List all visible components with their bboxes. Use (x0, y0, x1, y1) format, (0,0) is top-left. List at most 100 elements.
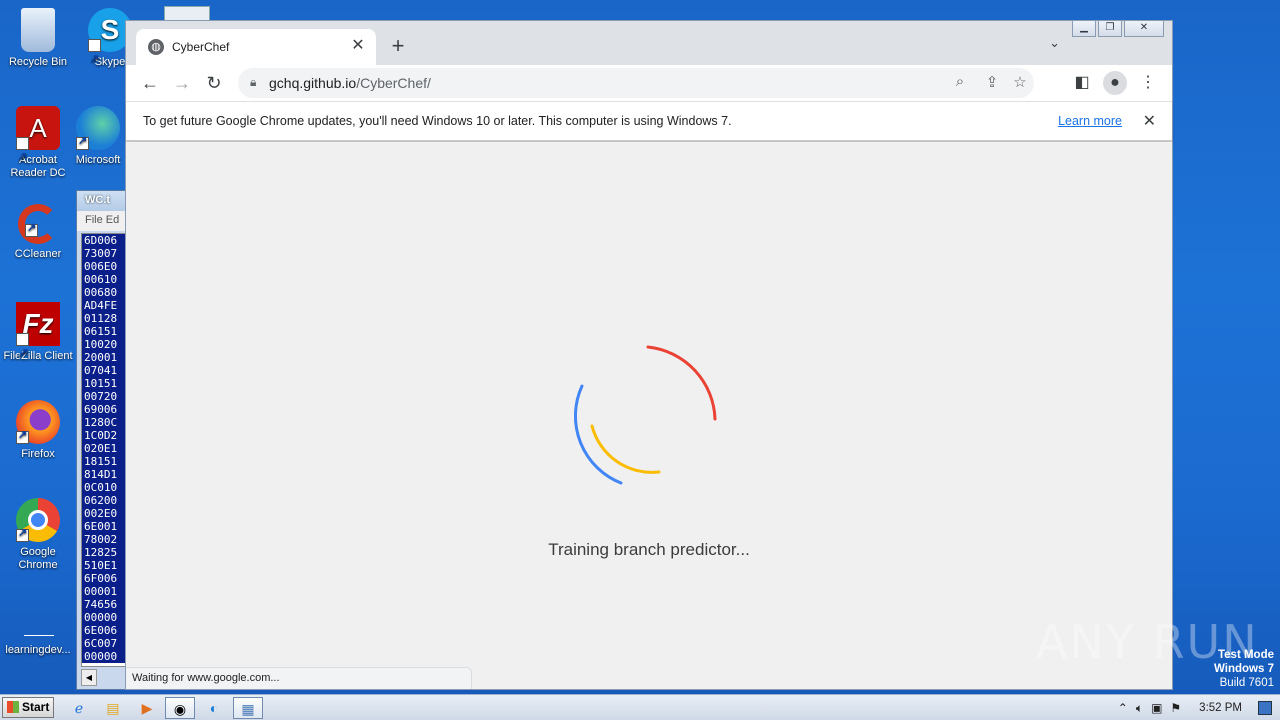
notepad-line: 6E006 (82, 624, 126, 637)
desktop-icon-label: Firefox (21, 448, 55, 460)
page-content: Training branch predictor... Waiting for… (126, 142, 1172, 689)
notepad-line: 73007 (82, 247, 126, 260)
scroll-left-icon[interactable]: ◀ (81, 669, 97, 686)
notepad-line: 510E1 (82, 559, 126, 572)
ie-taskbar-icon[interactable]: ℯ (64, 697, 94, 719)
start-button[interactable]: Start (2, 697, 54, 718)
lock-icon[interactable]: 🔒︎ (250, 75, 256, 90)
notepad-line: 00000 (82, 611, 126, 624)
notepad-line: 01128 (82, 312, 126, 325)
desktop-icon-filezilla[interactable]: Fz FileZilla Client (0, 302, 76, 375)
loading-message: Training branch predictor... (548, 540, 750, 559)
desktop-icon-label: CCleaner (14, 248, 62, 260)
tab-title: CyberChef (172, 40, 230, 54)
notepad-line: 1280C (82, 416, 126, 429)
zoom-search-icon[interactable]: ⌕ (950, 73, 970, 90)
show-desktop-button[interactable] (1258, 701, 1272, 715)
chrome-icon (16, 498, 60, 542)
notepad-line: 1C0D2 (82, 429, 126, 442)
spinner-arc-red (646, 345, 717, 421)
notepad-window[interactable]: WC.t File Ed 6D006 73007 006E0 00610 00680 AD… (76, 190, 128, 690)
chrome-taskbar-icon[interactable]: ◉ (165, 697, 195, 719)
explorer-taskbar-icon[interactable]: ▤ (98, 697, 128, 719)
clock[interactable]: 3:52 PM (1199, 702, 1242, 714)
media-player-taskbar-icon[interactable]: ▶ (132, 697, 162, 719)
notepad-text-area[interactable]: 6D006 73007 006E0 00610 00680 AD4FE 01128 06151… (81, 233, 127, 667)
test-mode-line1: Test Mode (1217, 649, 1274, 661)
show-hidden-icons-icon[interactable]: ⌃ (1118, 701, 1128, 715)
address-bar[interactable]: 🔒︎ gchq.github.io/CyberChef/ ⌕ ⇪ ☆ (238, 68, 1034, 98)
url-host: gchq.github.io (269, 75, 357, 91)
volume-icon[interactable]: 🔈︎ (1136, 701, 1143, 716)
notepad-line: 20001 (82, 351, 126, 364)
side-panel-icon[interactable]: ◧ (1070, 71, 1094, 95)
menu-kebab-icon[interactable]: ⋮ (1136, 71, 1160, 95)
start-label: Start (22, 700, 50, 714)
desktop-icon-chrome[interactable]: Google Chrome (0, 498, 76, 572)
notepad-line: 002E0 (82, 507, 126, 520)
profile-avatar-icon[interactable]: ● (1103, 71, 1127, 95)
notepad-line: 78002 (82, 533, 126, 546)
share-icon[interactable]: ⇪ (982, 73, 1002, 91)
desktop-icon-label: FileZilla Client (3, 350, 73, 362)
desktop-icon-label: Microsoft (75, 154, 121, 166)
notepad-line: 00720 (82, 390, 126, 403)
url-path: /CyberChef/ (356, 75, 431, 91)
desktop-icon-ccleaner[interactable]: CCleaner (0, 204, 76, 261)
windows-logo-icon (7, 701, 19, 713)
network-icon[interactable]: ▣ (1151, 701, 1162, 715)
notepad-line: 10020 (82, 338, 126, 351)
restore-button[interactable]: ❐ (1098, 21, 1122, 37)
spinner-arc-yellow (590, 424, 661, 474)
notepad-line: AD4FE (82, 299, 126, 312)
desktop-icon-learningdev[interactable]: learningdev... (0, 596, 76, 657)
back-button[interactable]: ← (138, 71, 162, 95)
test-mode-label: Test Mode Windows 7 Build 7601 (1214, 648, 1274, 690)
notepad-line: 69006 (82, 403, 126, 416)
notepad-line: 18151 (82, 455, 126, 468)
desktop-icon-partial[interactable] (164, 6, 210, 20)
recycle-bin-icon (21, 8, 55, 52)
notepad-line: 00001 (82, 585, 126, 598)
edge-icon (76, 106, 120, 150)
close-window-button[interactable]: ✕ (1124, 21, 1164, 37)
file-icon (16, 596, 60, 640)
desktop-icon-label: learningdev... (5, 644, 71, 656)
url-text: gchq.github.io/CyberChef/ (269, 75, 431, 91)
notepad-taskbar-icon[interactable]: ▦ (233, 697, 263, 719)
reload-button[interactable]: ↻ (202, 71, 226, 95)
notepad-line: 06151 (82, 325, 126, 338)
infobar-message: To get future Google Chrome updates, you… (143, 114, 732, 128)
tab-strip: ◍ CyberChef ✕ + ⌄ ▁ ❐ ✕ (126, 21, 1172, 65)
tab-close-icon[interactable]: ✕ (348, 36, 368, 56)
minimize-button[interactable]: ▁ (1072, 21, 1096, 37)
desktop-icon-label: Recycle Bin (8, 56, 68, 68)
status-bubble: Waiting for www.google.com... (126, 667, 472, 689)
notepad-line: 74656 (82, 598, 126, 611)
taskbar: Start ℯ ▤ ▶ ◉ ◐ ▦ ⌃ 🔈︎ ▣ ⚑ 3:52 PM (0, 694, 1280, 720)
tab-cyberchef[interactable]: ◍ CyberChef ✕ (136, 29, 376, 65)
desktop-icon-firefox[interactable]: Firefox (0, 400, 76, 461)
notepad-title: WC.t (77, 191, 127, 211)
notepad-line: 00610 (82, 273, 126, 286)
edge-taskbar-icon[interactable]: ◐ (199, 697, 229, 719)
test-mode-line3: Build 7601 (1219, 677, 1274, 689)
infobar-close-icon[interactable]: ✕ (1143, 111, 1156, 131)
learn-more-link[interactable]: Learn more (1058, 114, 1122, 128)
action-center-flag-icon[interactable]: ⚑ (1170, 701, 1181, 715)
notepad-line: 6D006 (82, 234, 126, 247)
update-infobar: To get future Google Chrome updates, you… (126, 101, 1172, 141)
bookmark-star-icon[interactable]: ☆ (1010, 73, 1030, 91)
desktop-icon-recycle-bin[interactable]: Recycle Bin (0, 8, 76, 69)
spinner-arc-blue (574, 384, 623, 485)
notepad-line: 10151 (82, 377, 126, 390)
notepad-line: 6C007 (82, 637, 126, 650)
browser-toolbar: ← → ↻ 🔒︎ gchq.github.io/CyberChef/ ⌕ ⇪ ☆… (126, 65, 1172, 101)
new-tab-button[interactable]: + (386, 35, 410, 59)
tab-search-chevron-icon[interactable]: ⌄ (1049, 35, 1060, 51)
desktop-icon-label: Skype (94, 56, 126, 68)
forward-button[interactable]: → (170, 71, 194, 95)
notepad-menu[interactable]: File Ed (77, 211, 127, 231)
globe-icon: ◍ (148, 39, 164, 55)
notepad-line: 020E1 (82, 442, 126, 455)
